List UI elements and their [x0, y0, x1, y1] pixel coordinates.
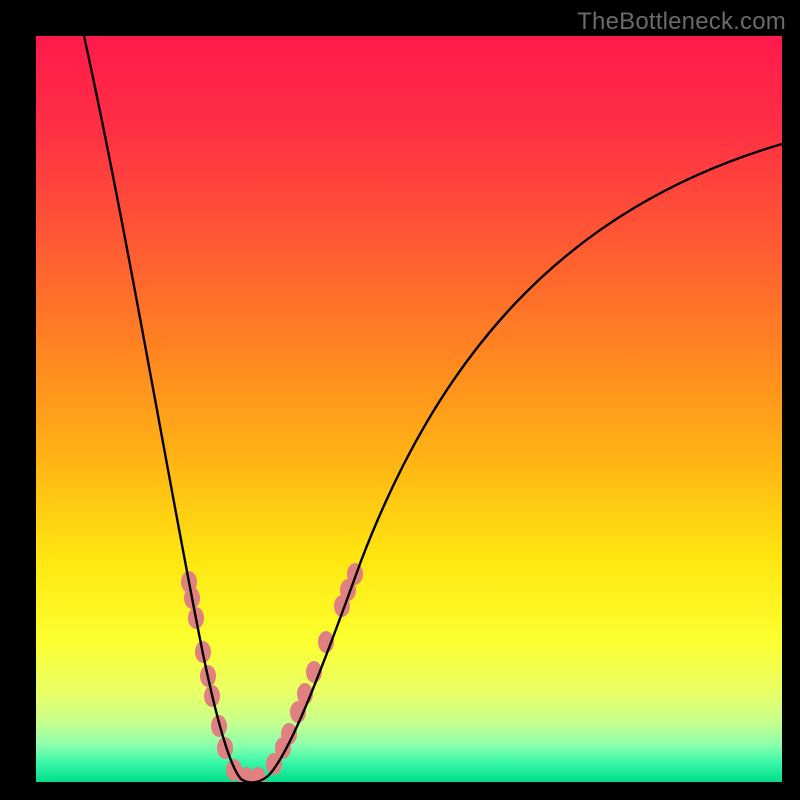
data-marker [347, 563, 363, 585]
bottleneck-curve [84, 36, 782, 782]
plot-area [36, 36, 782, 782]
curve-layer [36, 36, 782, 782]
data-markers [181, 563, 363, 782]
chart-frame: TheBottleneck.com [0, 0, 800, 800]
watermark-text: TheBottleneck.com [577, 8, 786, 36]
